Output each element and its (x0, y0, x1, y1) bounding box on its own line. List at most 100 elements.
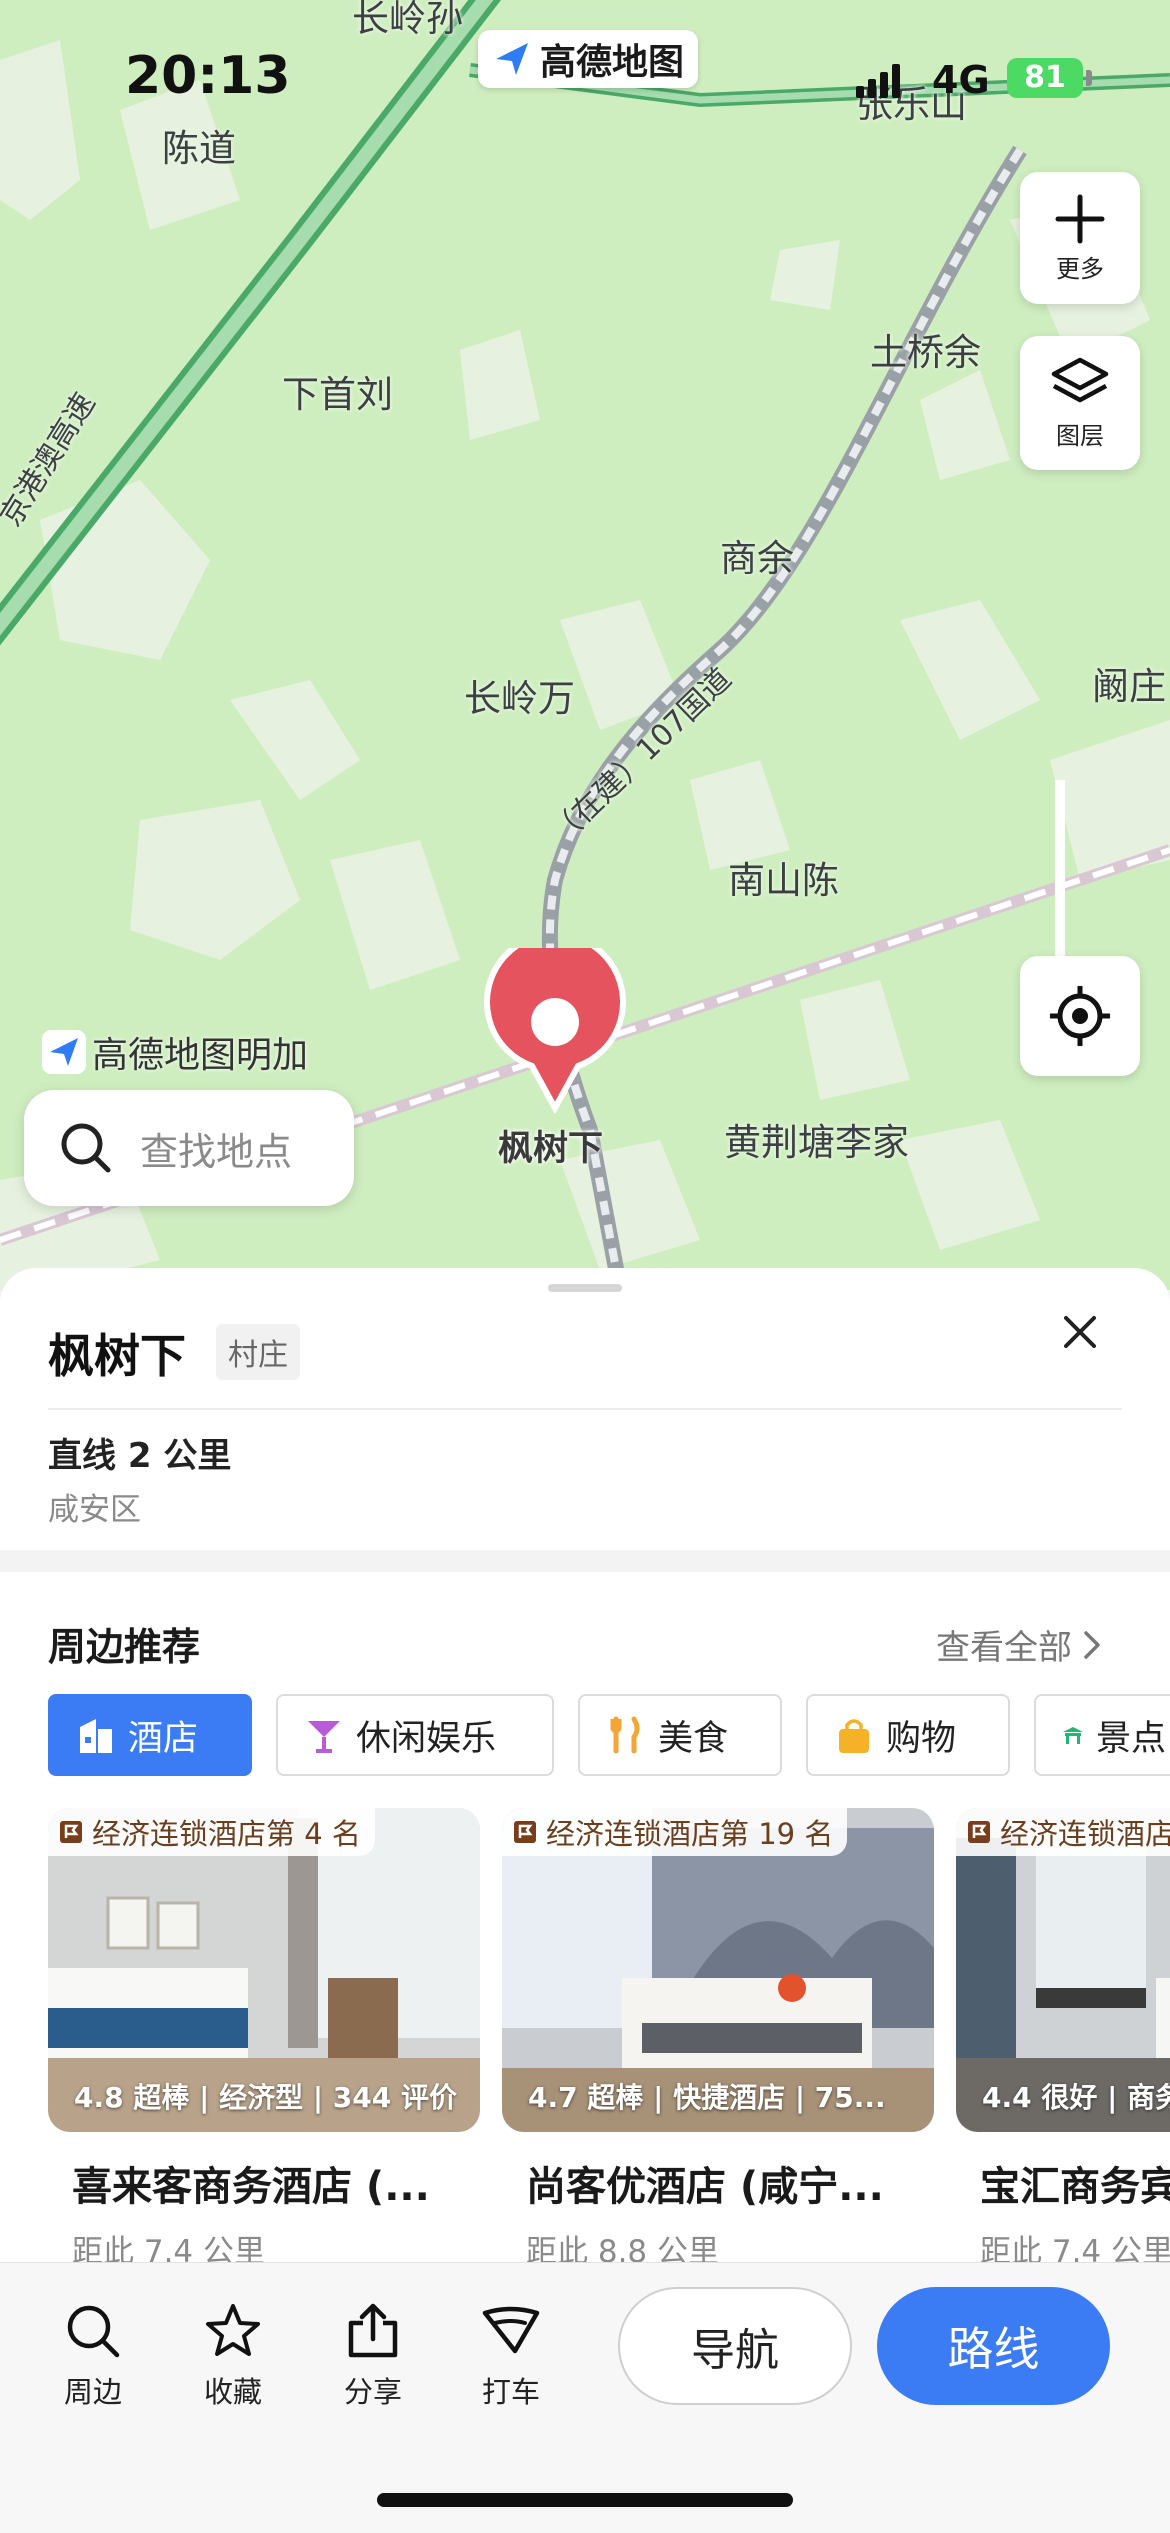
search-box[interactable]: 查找地点 (24, 1090, 354, 1206)
network-type: 4G (932, 58, 990, 102)
navigate-button[interactable]: 导航 (618, 2287, 852, 2405)
battery-level: 81 (1024, 60, 1066, 95)
hotel-card[interactable]: 经济连锁酒店第 19 名 4.7 超棒 | 快捷酒店 | 75... 尚客优酒店… (502, 1808, 934, 2263)
hotel-card[interactable]: 经济连锁酒店第 4 名 4.8 超棒 | 经济型 | 344 评价 喜来客商务酒… (48, 1808, 480, 2263)
divider (48, 1408, 1122, 1410)
sheet-grabber[interactable] (548, 1284, 622, 1292)
hotel-card[interactable]: 经济连锁酒店 4.4 很好 | 商务 宝汇商务宾 距此 7.4 公里 (956, 1808, 1170, 2263)
hotel-photo: 经济连锁酒店第 4 名 4.8 超棒 | 经济型 | 344 评价 (48, 1808, 480, 2132)
hotel-name: 宝汇商务宾 (980, 2164, 1170, 2210)
rank-badge: 经济连锁酒店 (956, 1808, 1170, 1856)
section-gap (0, 1550, 1170, 1572)
nearby-title: 周边推荐 (48, 1625, 201, 1669)
food-icon (610, 1716, 640, 1754)
hotel-rating: 4.7 超棒 | 快捷酒店 | 75... (528, 2081, 886, 2114)
layers-button[interactable]: 图层 (1020, 336, 1140, 470)
map-label: 阚庄 (1092, 665, 1166, 708)
route-button[interactable]: 路线 (877, 2287, 1110, 2405)
plus-icon (1055, 194, 1105, 243)
rank-flag-icon (968, 1821, 990, 1843)
rank-flag-icon (514, 1821, 536, 1843)
rank-text: 经济连锁酒店 (1000, 1817, 1170, 1851)
chip-hotel[interactable]: 酒店 (48, 1694, 252, 1776)
place-distance: 直线 2 公里 (48, 1436, 232, 1476)
rank-text: 经济连锁酒店第 19 名 (546, 1817, 834, 1851)
map-watermark: 高德地图明加 (42, 1026, 308, 1078)
more-button[interactable]: 更多 (1020, 172, 1140, 304)
chevron-right-icon (1084, 1630, 1100, 1659)
map-view[interactable]: 长岭孙 陈道 张乐山 土桥余 下首刘 京港澳高速 商余 长岭万 阚庄 （在建）1… (0, 0, 1170, 1290)
place-type-tag: 村庄 (216, 1324, 300, 1380)
amap-logo-icon (42, 1030, 86, 1074)
pin-label: 枫树下 (498, 1129, 604, 1169)
taxi-label: 打车 (481, 2375, 540, 2409)
locate-me-button[interactable] (1020, 956, 1140, 1076)
rank-text: 经济连锁酒店第 4 名 (92, 1817, 361, 1851)
amap-brand-badge: 高德地图 (478, 30, 699, 88)
signal-icon (856, 64, 900, 98)
rank-flag-icon (60, 1821, 82, 1843)
layers-label: 图层 (1056, 421, 1104, 450)
more-label: 更多 (1056, 254, 1104, 283)
rank-badge: 经济连锁酒店第 4 名 (48, 1808, 375, 1856)
chip-label: 景点 (1095, 1718, 1166, 1759)
nearby-button[interactable]: 周边 (38, 2301, 148, 2411)
hotel-distance: 距此 7.4 公里 (72, 2234, 266, 2263)
share-label: 分享 (343, 2375, 402, 2409)
place-title: 枫树下 (48, 1329, 186, 1383)
hotel-rating: 4.8 超棒 | 经济型 | 344 评价 (74, 2081, 457, 2114)
favorite-button[interactable]: 收藏 (178, 2301, 288, 2411)
hotel-name: 喜来客商务酒店 (... (72, 2164, 430, 2210)
map-label: 黄荆塘李家 (724, 1121, 909, 1164)
taxi-button[interactable]: 打车 (456, 2301, 566, 2411)
status-time: 20:13 (125, 46, 291, 106)
amap-logo-icon (496, 43, 528, 75)
search-icon (61, 1123, 111, 1173)
cocktail-icon (308, 1721, 340, 1753)
hotel-rating: 4.4 很好 | 商务 (982, 2081, 1170, 2114)
place-sheet: 枫树下 村庄 直线 2 公里 咸安区 周边推荐 查看全部 酒店 休闲娱乐 美食 … (0, 1268, 1170, 2263)
see-all-label: 查看全部 (936, 1628, 1072, 1668)
close-icon[interactable] (1060, 1312, 1100, 1352)
hotel-distance: 距此 8.8 公里 (526, 2234, 720, 2263)
hotel-name: 尚客优酒店 (咸宁... (526, 2164, 884, 2210)
chip-label: 美食 (658, 1718, 729, 1759)
share-button[interactable]: 分享 (318, 2301, 428, 2411)
search-icon (67, 2305, 120, 2358)
share-icon (348, 2303, 398, 2358)
chip-scenic[interactable]: 景点 (1034, 1694, 1170, 1776)
rank-badge: 经济连锁酒店第 19 名 (502, 1808, 848, 1856)
hotel-photo: 经济连锁酒店第 19 名 4.7 超棒 | 快捷酒店 | 75... (502, 1808, 934, 2132)
map-label: 长岭万 (464, 677, 575, 720)
scenic-icon (1062, 1727, 1083, 1744)
watermark-text: 高德地图明加 (92, 1035, 309, 1076)
brand-label: 高德地图 (540, 42, 685, 83)
hotel-icon (80, 1719, 112, 1753)
bottom-toolbar: 周边 收藏 分享 打车 导航 路线 (0, 2262, 1170, 2533)
taxi-flag-icon (482, 2306, 540, 2354)
location-pin-icon[interactable] (480, 948, 630, 1118)
nearby-label: 周边 (63, 2375, 122, 2409)
chip-label: 酒店 (128, 1718, 199, 1759)
crosshair-icon (1050, 986, 1110, 1046)
layers-icon (1051, 357, 1109, 402)
chip-entertainment[interactable]: 休闲娱乐 (276, 1694, 554, 1776)
map-label: 土桥余 (870, 331, 981, 374)
chip-label: 购物 (886, 1718, 957, 1759)
see-all-link[interactable]: 查看全部 (936, 1620, 1102, 1669)
chip-shopping[interactable]: 购物 (806, 1694, 1010, 1776)
chip-food[interactable]: 美食 (578, 1694, 782, 1776)
map-label: 下首刘 (282, 373, 393, 416)
search-placeholder: 查找地点 (140, 1129, 293, 1174)
map-label: 商余 (720, 537, 794, 580)
home-indicator[interactable] (377, 2493, 793, 2507)
favorite-label: 收藏 (203, 2375, 262, 2409)
star-icon (206, 2304, 260, 2356)
hotel-photo: 经济连锁酒店 4.4 很好 | 商务 (956, 1808, 1170, 2132)
place-district: 咸安区 (48, 1492, 141, 1528)
hotel-distance: 距此 7.4 公里 (980, 2234, 1170, 2263)
chip-label: 休闲娱乐 (356, 1718, 497, 1759)
battery-tip (1086, 70, 1092, 86)
map-label: 南山陈 (728, 859, 839, 902)
battery-icon: 81 (1007, 58, 1083, 98)
